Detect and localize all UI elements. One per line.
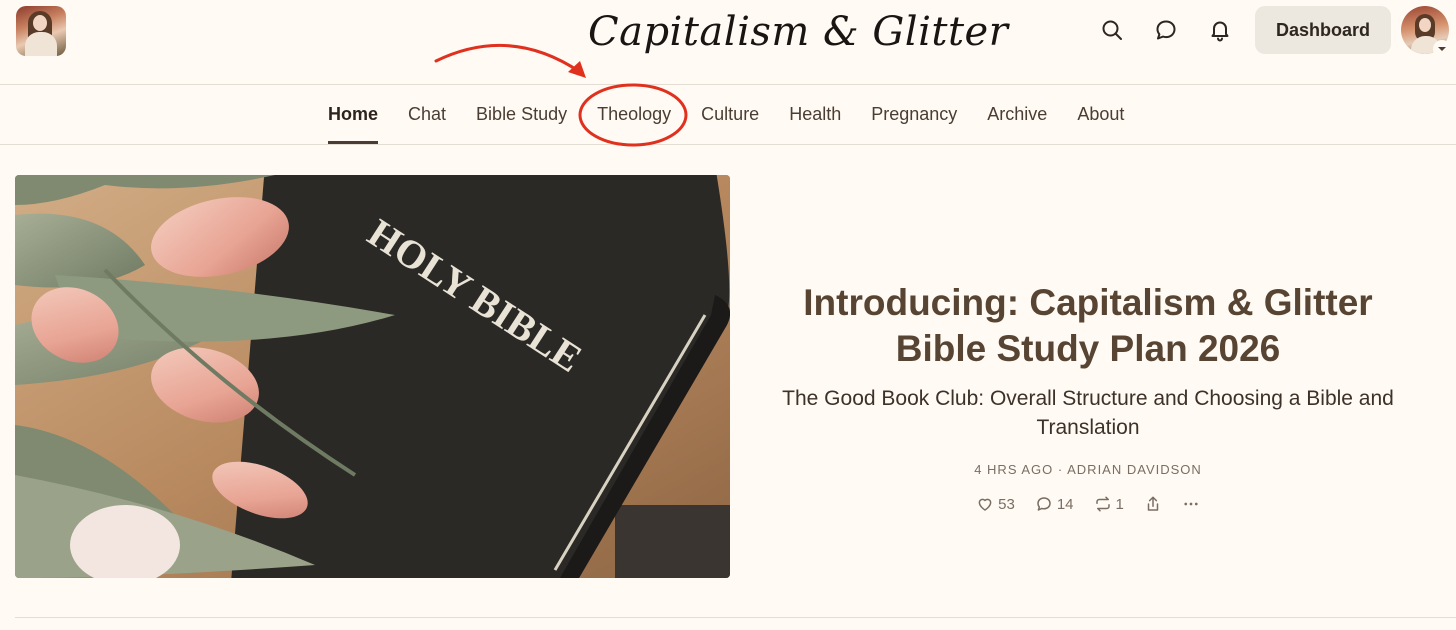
comment-icon <box>1037 497 1051 511</box>
tab-about[interactable]: About <box>1062 85 1139 144</box>
post-subtitle[interactable]: The Good Book Club: Overall Structure an… <box>760 384 1416 442</box>
tab-chat[interactable]: Chat <box>393 85 461 144</box>
restack-icon <box>1095 496 1110 512</box>
like-button[interactable]: 53 <box>976 495 1015 513</box>
tab-bible-study[interactable]: Bible Study <box>461 85 582 144</box>
share-icon <box>1147 496 1159 511</box>
tab-health[interactable]: Health <box>774 85 856 144</box>
restack-button[interactable]: 1 <box>1094 495 1124 513</box>
comment-count: 14 <box>1056 495 1074 513</box>
hero-image[interactable]: HOLY BIBLE <box>15 175 730 578</box>
tab-archive[interactable]: Archive <box>972 85 1062 144</box>
post-meta: 4 HRS AGO · ADRIAN DAVIDSON <box>974 462 1202 477</box>
heart-icon <box>978 498 992 511</box>
tab-home[interactable]: Home <box>313 85 393 144</box>
share-button[interactable] <box>1144 495 1162 513</box>
publication-title[interactable]: Capitalism & Glitter <box>588 4 1008 60</box>
tab-theology[interactable]: Theology <box>582 85 686 144</box>
top-header: Capitalism & Glitter Dashboard <box>0 0 1456 85</box>
tab-pregnancy[interactable]: Pregnancy <box>856 85 972 144</box>
chat-icon[interactable] <box>1151 15 1181 45</box>
tab-culture[interactable]: Culture <box>686 85 774 144</box>
featured-post: Introducing: Capitalism & Glitter Bible S… <box>760 280 1416 513</box>
comment-button[interactable]: 14 <box>1035 495 1074 513</box>
more-icon <box>1184 502 1198 506</box>
post-title[interactable]: Introducing: Capitalism & Glitter Bible S… <box>760 280 1416 372</box>
like-count: 53 <box>998 495 1015 513</box>
search-icon[interactable] <box>1097 15 1127 45</box>
more-button[interactable] <box>1182 495 1200 513</box>
dashboard-button[interactable]: Dashboard <box>1255 6 1391 54</box>
post-actions: 53 14 1 <box>760 495 1416 513</box>
chevron-down-icon[interactable] <box>1433 40 1451 58</box>
section-nav: Home Chat Bible Study Theology Culture H… <box>0 85 1456 145</box>
section-divider <box>15 617 1456 618</box>
publication-logo[interactable] <box>16 6 66 56</box>
bell-icon[interactable] <box>1205 15 1235 45</box>
restack-count: 1 <box>1115 495 1124 513</box>
